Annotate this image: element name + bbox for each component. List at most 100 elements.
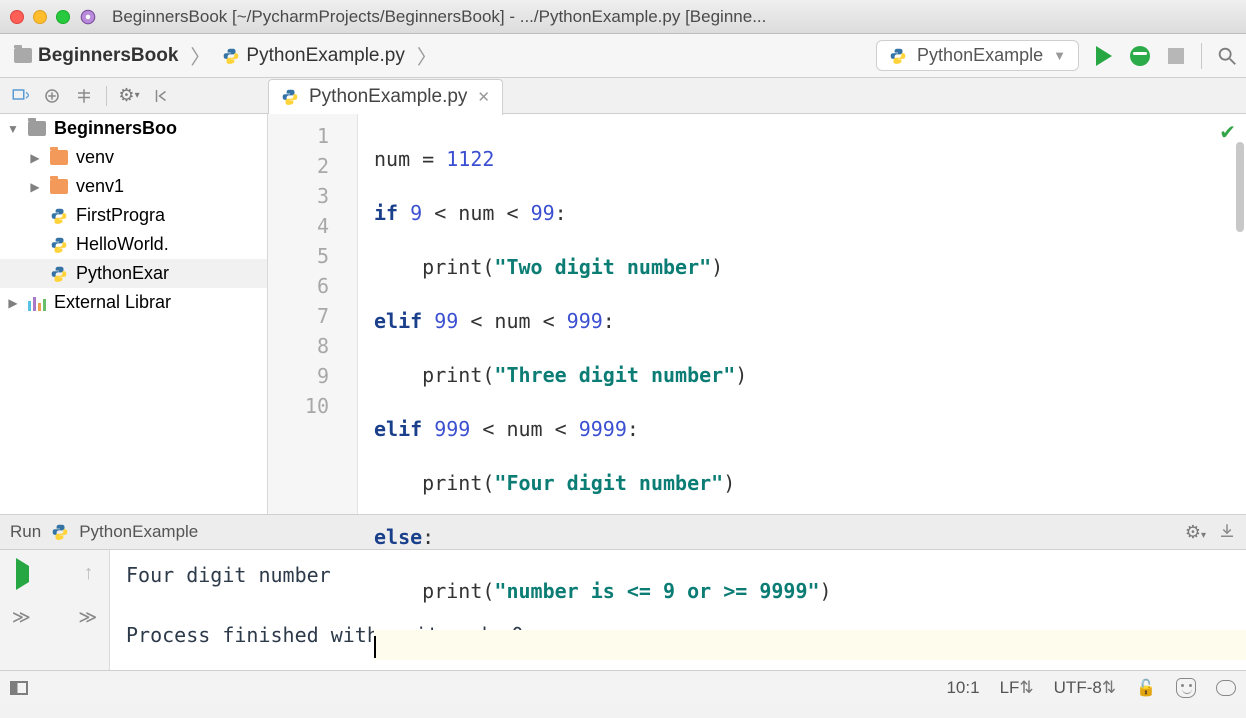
code-token: : — [422, 525, 434, 549]
stop-button[interactable] — [1165, 45, 1187, 67]
disclosure-triangle-icon[interactable]: ▼ — [6, 122, 20, 136]
code-token: < num < — [470, 417, 578, 441]
code-token: print( — [374, 471, 494, 495]
debug-button[interactable] — [1129, 45, 1151, 67]
feedback-button[interactable] — [1216, 680, 1236, 696]
tree-item-pythonexample[interactable]: PythonExar — [0, 259, 267, 288]
breadcrumb-file[interactable]: PythonExample.py — [216, 43, 410, 69]
code-token: "number is <= 9 or >= 9999" — [494, 579, 819, 603]
search-everywhere-button[interactable] — [1216, 45, 1238, 67]
zoom-window-button[interactable] — [56, 10, 70, 24]
python-file-icon — [50, 236, 68, 254]
tree-item-label: venv — [76, 147, 114, 168]
code-token: : — [627, 417, 639, 441]
breadcrumb: BeginnersBook 〉 PythonExample.py 〉 — [8, 41, 439, 70]
settings-button[interactable]: ⚙▾ — [119, 86, 139, 106]
line-number[interactable]: 10 — [268, 390, 357, 420]
tree-external-libraries[interactable]: ▶ External Librar — [0, 288, 267, 317]
line-number-gutter[interactable]: 1 2 3 4 5 6 7 8 9 10 — [268, 114, 358, 514]
run-configuration-selector[interactable]: PythonExample ▼ — [876, 40, 1079, 71]
bug-icon — [1130, 46, 1150, 66]
code-token: < num < — [422, 201, 530, 225]
editor-tab[interactable]: PythonExample.py ✕ — [268, 79, 503, 115]
tree-item-label: venv1 — [76, 176, 124, 197]
run-configuration-label: PythonExample — [917, 45, 1043, 66]
title-bar: BeginnersBook [~/PycharmProjects/Beginne… — [0, 0, 1246, 34]
code-token: ) — [711, 255, 723, 279]
more-button[interactable]: ≫ — [12, 607, 31, 628]
line-number[interactable]: 5 — [268, 240, 357, 270]
close-tab-button[interactable]: ✕ — [477, 88, 490, 106]
folder-icon — [50, 150, 68, 165]
minimize-window-button[interactable] — [33, 10, 47, 24]
text-cursor — [374, 636, 376, 658]
app-icon — [79, 8, 97, 26]
separator — [106, 86, 107, 106]
code-area[interactable]: num = 1122 if 9 < num < 99: print("Two d… — [358, 114, 1246, 514]
line-number[interactable]: 8 — [268, 330, 357, 360]
line-number[interactable]: 4 — [268, 210, 357, 240]
window-controls — [10, 10, 70, 24]
inspection-ok-icon[interactable]: ✔ — [1219, 120, 1236, 145]
line-number[interactable]: 3 — [268, 180, 357, 210]
disclosure-triangle-icon[interactable]: ▶ — [6, 296, 20, 310]
code-token: 999 — [422, 417, 470, 441]
hide-panel-button[interactable] — [151, 86, 171, 106]
main-area: ▼ BeginnersBoo ▶ venv ▶ venv1 FirstProgr… — [0, 114, 1246, 514]
code-token: ) — [723, 471, 735, 495]
line-number[interactable]: 2 — [268, 150, 357, 180]
expand-all-button[interactable] — [42, 86, 62, 106]
tree-root[interactable]: ▼ BeginnersBoo — [0, 114, 267, 143]
line-number[interactable]: 1 — [268, 120, 357, 150]
python-file-icon — [889, 47, 907, 65]
line-number[interactable]: 7 — [268, 300, 357, 330]
breadcrumb-project[interactable]: BeginnersBook — [8, 43, 184, 69]
code-token: num = — [374, 147, 446, 171]
line-number[interactable]: 9 — [268, 360, 357, 390]
disclosure-triangle-icon[interactable]: ▶ — [28, 180, 42, 194]
tree-item-label: HelloWorld. — [76, 234, 169, 255]
code-token: ) — [820, 579, 832, 603]
folder-icon — [14, 48, 32, 63]
search-icon — [1216, 45, 1238, 67]
vertical-scrollbar[interactable] — [1236, 142, 1244, 232]
close-window-button[interactable] — [10, 10, 24, 24]
code-token: ) — [735, 363, 747, 387]
python-file-icon — [51, 523, 69, 541]
more-button[interactable]: ≫ — [78, 607, 97, 628]
run-panel-label: Run — [10, 522, 41, 542]
tree-item-firstprogram[interactable]: FirstProgra — [0, 201, 267, 230]
stop-icon — [1168, 48, 1184, 64]
collapse-all-button[interactable] — [74, 86, 94, 106]
inspection-indicator[interactable] — [1176, 678, 1196, 698]
run-panel-config: PythonExample — [79, 522, 198, 542]
code-token: 9999 — [579, 417, 627, 441]
code-token: print( — [374, 363, 494, 387]
code-token: else — [374, 525, 422, 549]
disclosure-triangle-icon[interactable]: ▶ — [28, 151, 42, 165]
run-button[interactable] — [1093, 45, 1115, 67]
play-icon — [1096, 46, 1112, 66]
tree-item-helloworld[interactable]: HelloWorld. — [0, 230, 267, 259]
tree-item-venv1[interactable]: ▶ venv1 — [0, 172, 267, 201]
tree-root-label: BeginnersBoo — [54, 118, 177, 139]
tree-item-label: FirstProgra — [76, 205, 165, 226]
tool-windows-button[interactable] — [10, 681, 28, 695]
select-opened-file-button[interactable] — [10, 86, 30, 106]
code-token: print( — [374, 579, 494, 603]
code-token: if — [374, 201, 398, 225]
folder-icon — [28, 121, 46, 136]
code-token: 99 — [531, 201, 555, 225]
up-stack-button[interactable]: ↑ — [84, 562, 94, 585]
breadcrumb-project-label: BeginnersBook — [38, 45, 178, 67]
tree-item-venv[interactable]: ▶ venv — [0, 143, 267, 172]
line-number[interactable]: 6 — [268, 270, 357, 300]
chevron-down-icon: ▼ — [1053, 48, 1066, 63]
rerun-button[interactable] — [16, 566, 29, 582]
code-token: print( — [374, 255, 494, 279]
python-file-icon — [222, 47, 240, 65]
code-token: "Two digit number" — [494, 255, 711, 279]
navigation-bar: BeginnersBook 〉 PythonExample.py 〉 Pytho… — [0, 34, 1246, 78]
project-tree[interactable]: ▼ BeginnersBoo ▶ venv ▶ venv1 FirstProgr… — [0, 114, 268, 514]
code-editor[interactable]: 1 2 3 4 5 6 7 8 9 10 num = 1122 if 9 < n… — [268, 114, 1246, 514]
